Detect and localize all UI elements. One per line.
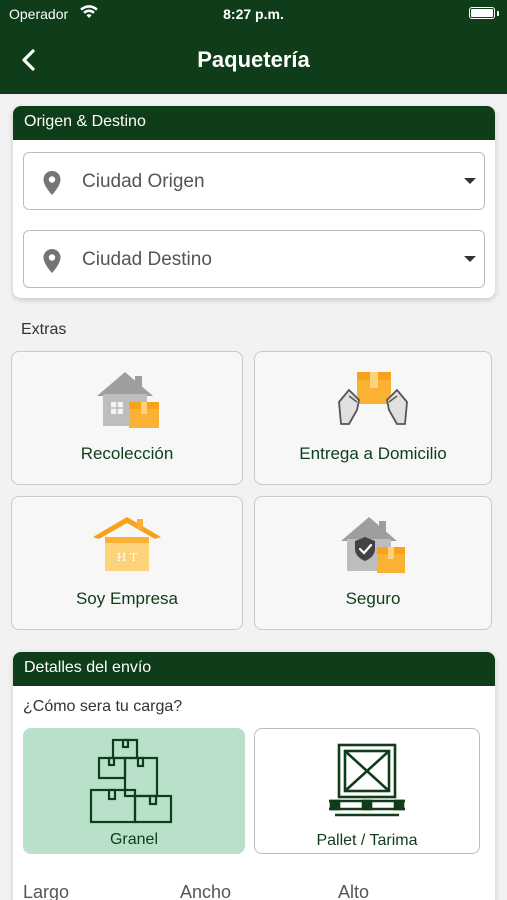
shipping-details-header: Detalles del envío: [13, 652, 495, 686]
location-pin-icon: [42, 170, 62, 201]
status-time: 8:27 p.m.: [223, 6, 284, 22]
extra-pickup-tile[interactable]: Recolección: [11, 351, 243, 485]
extras-label: Extras: [21, 321, 67, 338]
status-bar: Operador 8:27 p.m.: [0, 0, 507, 28]
destination-city-placeholder: Ciudad Destino: [82, 249, 212, 270]
top-bar: Operador 8:27 p.m. Paquetería: [0, 0, 507, 94]
destination-city-select[interactable]: Ciudad Destino: [23, 230, 485, 288]
pallet-crate-icon: [255, 737, 479, 825]
svg-text:H T: H T: [117, 551, 138, 564]
cargo-type-question: ¿Cómo sera tu carga?: [23, 698, 183, 715]
shipping-details-card: Detalles del envío ¿Cómo sera tu carga? …: [13, 652, 495, 900]
origin-city-select[interactable]: Ciudad Origen: [23, 152, 485, 210]
extra-insurance-label: Seguro: [345, 589, 401, 608]
cargo-option-bulk-label: Granel: [109, 831, 159, 848]
caret-down-icon: [464, 256, 476, 262]
extra-home-delivery-tile[interactable]: Entrega a Domicilio: [254, 351, 492, 485]
caret-down-icon: [464, 178, 476, 184]
insurance-shield-icon: [255, 511, 491, 577]
extra-company-tile[interactable]: H T Soy Empresa: [11, 496, 243, 630]
extra-company-label: Soy Empresa: [75, 589, 179, 608]
package-delivery-icon: [255, 366, 491, 432]
length-label: Largo: [23, 882, 70, 900]
cargo-option-pallet-label: Pallet / Tarima: [316, 832, 418, 849]
cargo-option-bulk[interactable]: Granel: [23, 728, 245, 854]
location-pin-icon: [42, 248, 62, 279]
company-building-icon: H T: [12, 511, 242, 577]
extra-home-delivery-label: Entrega a Domicilio: [299, 444, 447, 463]
house-pickup-icon: [12, 366, 242, 432]
boxes-icon: [23, 736, 245, 824]
extra-pickup-label: Recolección: [80, 444, 174, 463]
page-title: Paquetería: [197, 47, 310, 72]
width-label: Ancho: [180, 882, 232, 900]
height-label: Alto: [338, 882, 370, 900]
route-card-header: Origen & Destino: [13, 106, 495, 140]
extra-insurance-tile[interactable]: Seguro: [254, 496, 492, 630]
battery-icon: [469, 7, 499, 19]
cargo-option-pallet[interactable]: Pallet / Tarima: [254, 728, 480, 854]
route-card: Origen & Destino Ciudad Origen Ciudad De…: [13, 106, 495, 298]
origin-city-placeholder: Ciudad Origen: [82, 171, 205, 192]
